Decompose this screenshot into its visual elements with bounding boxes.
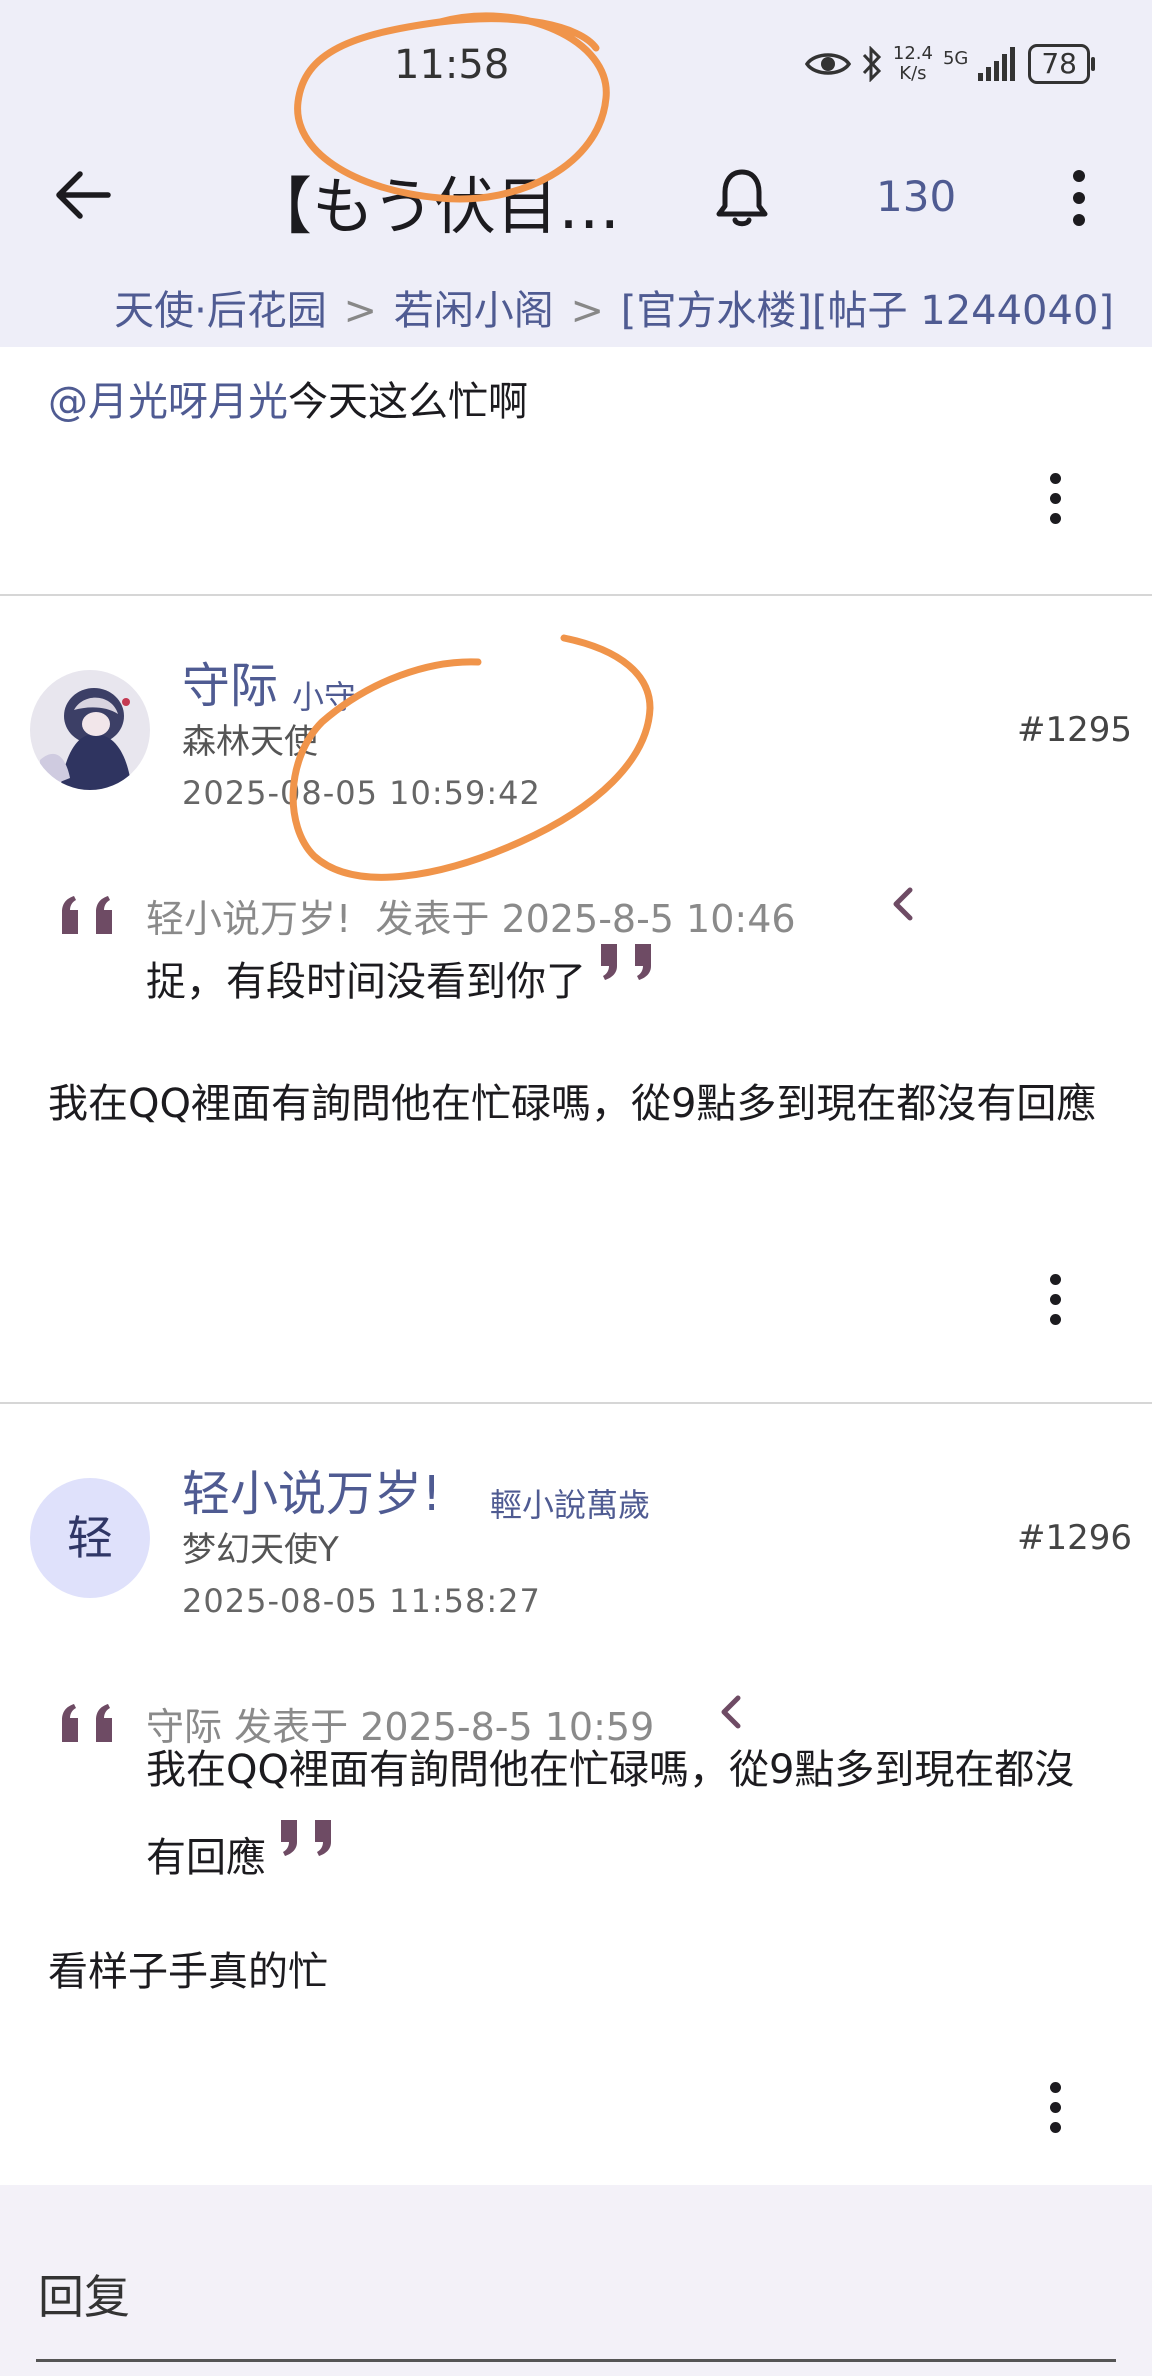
avatar[interactable]	[30, 670, 150, 790]
breadcrumb-separator: >	[570, 288, 604, 334]
user-title: 小守	[292, 678, 357, 716]
top-app-bar: 11:58 12.4 K/s 5G 78 【もう伏目… 130 天使·后花园 >…	[0, 0, 1152, 347]
quote-text: 捉，有段时间没看到你了	[146, 938, 1096, 1026]
network-type: 5G	[942, 48, 969, 69]
user-title: 輕小說萬歲	[490, 1486, 651, 1524]
quote-close-icon	[600, 944, 651, 980]
user-group: 梦幻天使Y	[182, 1530, 339, 1570]
more-vert-icon[interactable]	[1064, 166, 1094, 230]
network-speed: 12.4 K/s	[893, 44, 933, 84]
breadcrumb-item-forum[interactable]: 天使·后花园	[114, 288, 327, 334]
quote-meta: 发表于 2025-8-5 10:46	[375, 897, 796, 941]
user-group: 森林天使	[182, 722, 318, 762]
status-time: 11:58	[394, 42, 510, 88]
page-title: 【もう伏目…	[250, 170, 621, 243]
collapse-quote-icon[interactable]	[718, 1694, 744, 1730]
breadcrumb-item-thread[interactable]: [官方水楼][帖子 1244040]	[621, 288, 1114, 334]
post-item: 轻 轻小说万岁! 輕小說萬歲 梦幻天使Y 2025-08-05 11:58:27…	[0, 1402, 1152, 2185]
post-item: 守际 小守 森林天使 2025-08-05 10:59:42 #1295 轻小说…	[0, 594, 1152, 1404]
post-body: 看样子手真的忙	[48, 1949, 328, 1995]
post-body: 我在QQ裡面有詢問他在忙碌嗎，從9點多到現在都沒有回應	[48, 1081, 1097, 1127]
quote-author[interactable]: 轻小说万岁!	[146, 897, 351, 941]
quote-open-icon	[62, 1704, 112, 1742]
bell-icon[interactable]	[712, 166, 772, 230]
quote-header: 轻小说万岁! 发表于 2025-8-5 10:46	[146, 888, 796, 943]
post-timestamp: 2025-08-05 10:59:42	[182, 774, 541, 812]
breadcrumb: 天使·后花园 > 若闲小阁 > [官方水楼][帖子 1244040]	[114, 278, 1114, 336]
breadcrumb-item-board[interactable]: 若闲小阁	[394, 288, 554, 334]
floor-number: #1296	[1016, 1518, 1132, 1558]
battery-indicator: 78	[1028, 44, 1095, 84]
bluetooth-icon	[862, 46, 881, 82]
post-timestamp: 2025-08-05 11:58:27	[182, 1582, 541, 1620]
post-fragment: @月光呀月光今天这么忙啊	[0, 347, 1152, 596]
quote-text-content: 捉，有段时间没看到你了	[146, 959, 586, 1005]
quote-open-icon	[62, 896, 112, 934]
collapse-quote-icon[interactable]	[890, 886, 916, 922]
reply-input-underline	[36, 2359, 1116, 2362]
reply-bar[interactable]: 回复	[0, 2185, 1152, 2376]
username[interactable]: 守际	[182, 646, 278, 716]
quote-text: 我在QQ裡面有詢問他在忙碌嗎，從9點多到現在都沒有回應	[146, 1726, 1096, 1902]
post-body: @月光呀月光今天这么忙啊	[48, 369, 528, 427]
avatar[interactable]: 轻	[30, 1478, 150, 1598]
post-more-icon[interactable]	[1050, 1274, 1062, 1326]
post-list[interactable]: @月光呀月光今天这么忙啊 守际 小守 森林天使 2025-08-05 10:59…	[0, 347, 1152, 2185]
notification-count[interactable]: 130	[876, 172, 956, 221]
eye-icon	[804, 53, 851, 75]
floor-number: #1295	[1016, 710, 1132, 750]
status-icons: 12.4 K/s 5G 78	[804, 44, 1095, 84]
breadcrumb-separator: >	[343, 288, 378, 334]
avatar-image	[30, 670, 150, 790]
post-more-icon[interactable]	[1050, 473, 1062, 525]
reply-input[interactable]: 回复	[38, 2261, 130, 2327]
post-more-icon[interactable]	[1050, 2082, 1062, 2134]
post-text: 今天这么忙啊	[288, 379, 528, 425]
username[interactable]: 轻小说万岁!	[182, 1454, 441, 1524]
signal-icon	[978, 47, 1016, 81]
user-mention[interactable]: @月光呀月光	[48, 379, 288, 425]
quote-close-icon	[280, 1820, 331, 1856]
network-speed-unit: K/s	[899, 63, 927, 84]
network-speed-value: 12.4	[892, 43, 933, 64]
quote-text-content: 我在QQ裡面有詢問他在忙碌嗎，從9點多到現在都沒有回應	[146, 1747, 1075, 1881]
back-arrow-icon[interactable]	[50, 163, 114, 227]
